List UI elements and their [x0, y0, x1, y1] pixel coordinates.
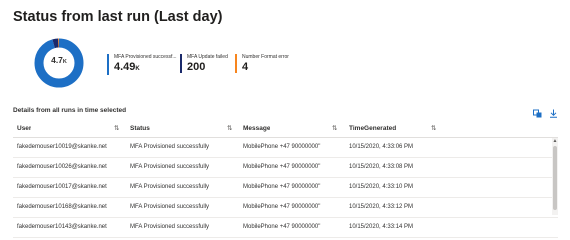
sort-user-icon[interactable]: ⇅ — [114, 121, 119, 137]
kpi-mfa-provisioned: MFA Provisioned successf... 4.49K — [107, 54, 177, 75]
sort-timegenerated-icon[interactable]: ⇅ — [431, 121, 436, 137]
cell-timegenerated: 10/15/2020, 4:33:14 PM — [349, 224, 414, 230]
table-row[interactable]: fakedemouser10019@skanke.net MFA Provisi… — [13, 138, 558, 158]
cell-status: MFA Provisioned successfully — [130, 184, 210, 190]
kpi-label: MFA Update failed — [187, 54, 228, 60]
kpi-value: 200 — [187, 61, 206, 73]
cell-timegenerated: 10/15/2020, 4:33:10 PM — [349, 184, 414, 190]
details-table: User ⇅ Status ⇅ Message ⇅ TimeGenerated … — [13, 121, 558, 238]
cell-timegenerated: 10/15/2020, 4:33:12 PM — [349, 204, 414, 210]
cell-user: fakedemouser10143@skanke.net — [17, 224, 107, 230]
column-header-message[interactable]: Message — [243, 121, 270, 137]
kpi-value: 4.49K — [114, 61, 177, 75]
table-row[interactable]: fakedemouser10026@skanke.net MFA Provisi… — [13, 158, 558, 178]
column-header-user[interactable]: User — [17, 121, 31, 137]
column-header-status[interactable]: Status — [130, 121, 150, 137]
cell-timegenerated: 10/15/2020, 4:33:06 PM — [349, 144, 414, 150]
cell-status: MFA Provisioned successfully — [130, 204, 210, 210]
kpi-label: MFA Provisioned successf... — [114, 54, 177, 60]
donut-center-label: 4.7K — [34, 55, 84, 65]
status-donut-chart: 4.7K — [34, 38, 84, 88]
kpi-label: Number Format error — [242, 54, 289, 60]
sort-status-icon[interactable]: ⇅ — [227, 121, 232, 137]
column-header-timegenerated[interactable]: TimeGenerated — [349, 121, 396, 137]
cell-message: MobilePhone +47 90000000" — [243, 184, 321, 190]
cell-status: MFA Provisioned successfully — [130, 144, 210, 150]
table-row[interactable]: fakedemouser10017@skanke.net MFA Provisi… — [13, 178, 558, 198]
table-row[interactable]: fakedemouser10143@skanke.net MFA Provisi… — [13, 218, 558, 238]
scrollbar-thumb[interactable] — [553, 146, 557, 210]
cell-message: MobilePhone +47 90000000" — [243, 144, 321, 150]
cell-user: fakedemouser10026@skanke.net — [17, 164, 107, 170]
cell-user: fakedemouser10168@skanke.net — [17, 204, 107, 210]
kpi-unit: K — [135, 66, 140, 72]
cell-message: MobilePhone +47 90000000" — [243, 224, 321, 230]
cell-message: MobilePhone +47 90000000" — [243, 164, 321, 170]
cell-timegenerated: 10/15/2020, 4:33:08 PM — [349, 164, 414, 170]
kpi-mfa-update-failed: MFA Update failed 200 — [180, 54, 228, 73]
kpi-number-format-error: Number Format error 4 — [235, 54, 289, 73]
kpi-value: 4 — [242, 61, 249, 73]
table-scrollbar[interactable]: ▲ — [552, 138, 558, 215]
donut-total-unit: K — [62, 59, 67, 65]
download-icon[interactable] — [549, 109, 558, 118]
columns-config-icon[interactable] — [533, 109, 542, 118]
cell-user: fakedemouser10017@skanke.net — [17, 184, 107, 190]
cell-user: fakedemouser10019@skanke.net — [17, 144, 107, 150]
page-title: Status from last run (Last day) — [13, 9, 223, 25]
details-section-title: Details from all runs in time selected — [13, 107, 127, 114]
cell-message: MobilePhone +47 90000000" — [243, 204, 321, 210]
cell-status: MFA Provisioned successfully — [130, 164, 210, 170]
sort-message-icon[interactable]: ⇅ — [332, 121, 337, 137]
cell-status: MFA Provisioned successfully — [130, 224, 210, 230]
table-header-row: User ⇅ Status ⇅ Message ⇅ TimeGenerated … — [13, 121, 558, 138]
donut-total-value: 4.7 — [51, 55, 63, 65]
kpi-number: 4.49 — [114, 61, 136, 73]
table-row[interactable]: fakedemouser10168@skanke.net MFA Provisi… — [13, 198, 558, 218]
scroll-up-arrow-icon[interactable]: ▲ — [552, 138, 558, 144]
